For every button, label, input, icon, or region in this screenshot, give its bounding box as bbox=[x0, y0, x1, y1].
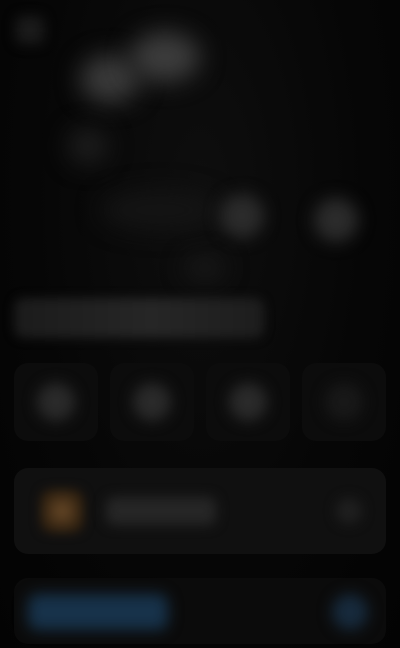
play-button[interactable] bbox=[110, 363, 194, 441]
airplay-icon[interactable] bbox=[332, 594, 368, 630]
next-icon bbox=[229, 383, 267, 421]
card-more-icon[interactable] bbox=[336, 498, 362, 524]
playback-controls bbox=[14, 360, 386, 444]
now-playing-card[interactable] bbox=[14, 468, 386, 554]
previous-icon bbox=[37, 383, 75, 421]
track-title bbox=[14, 298, 264, 338]
more-icon bbox=[325, 383, 363, 421]
more-button[interactable] bbox=[302, 363, 386, 441]
play-icon bbox=[133, 383, 171, 421]
bottom-primary-button[interactable] bbox=[28, 594, 168, 630]
bottom-bar bbox=[14, 578, 386, 644]
next-button[interactable] bbox=[206, 363, 290, 441]
media-player-screen bbox=[0, 0, 400, 648]
like-icon[interactable] bbox=[220, 194, 264, 238]
share-icon[interactable] bbox=[314, 198, 358, 242]
hero-artwork bbox=[0, 0, 400, 290]
album-artwork bbox=[40, 489, 84, 533]
now-playing-title bbox=[106, 497, 216, 525]
previous-button[interactable] bbox=[14, 363, 98, 441]
